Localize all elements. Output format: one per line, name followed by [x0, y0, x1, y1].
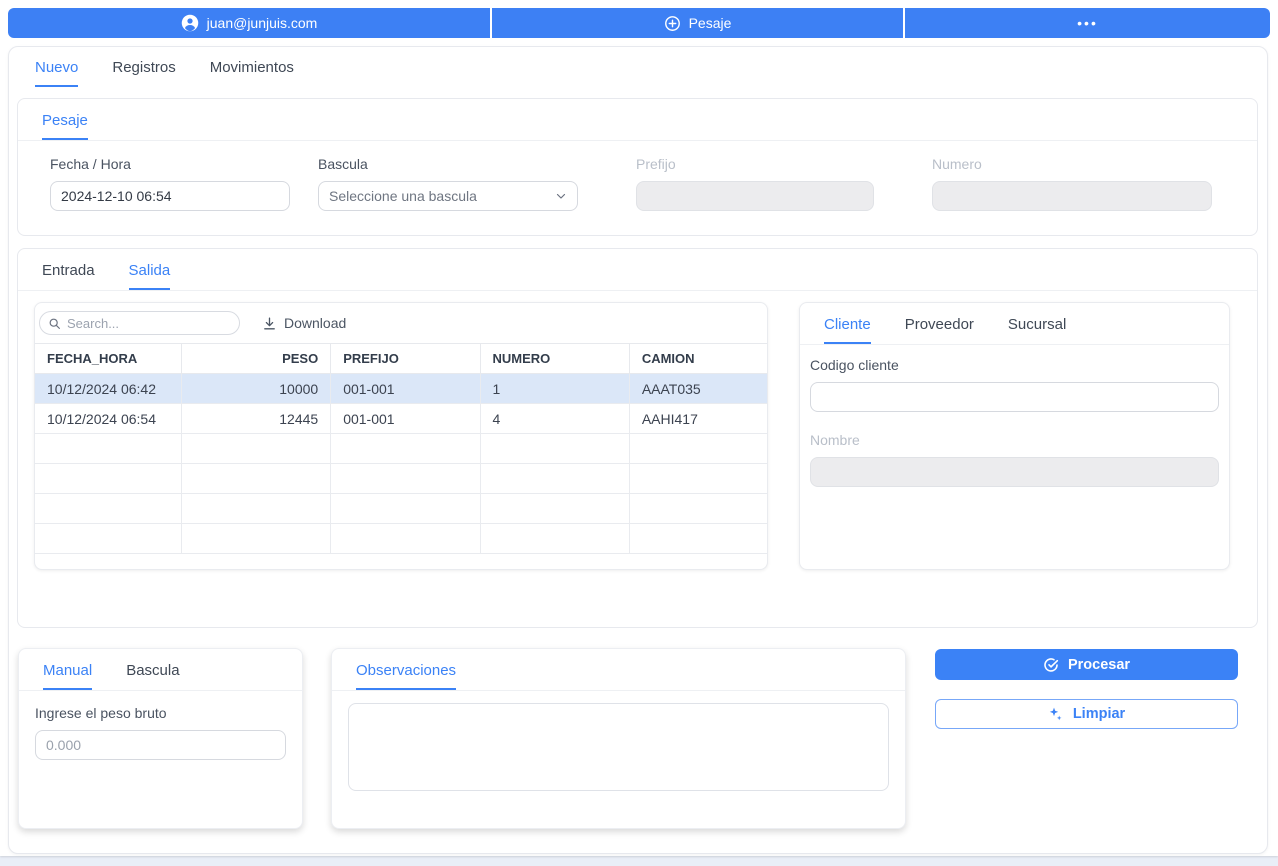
nombre-input [810, 457, 1219, 487]
table-row-empty [35, 524, 767, 554]
tab-nuevo[interactable]: Nuevo [35, 59, 78, 87]
tab-movimientos[interactable]: Movimientos [210, 59, 294, 87]
tab-pesaje[interactable]: Pesaje [42, 112, 88, 140]
download-button[interactable]: Download [262, 315, 346, 331]
cell-prefijo: 001-001 [331, 404, 480, 434]
fecha-hora-label: Fecha / Hora [50, 156, 290, 172]
nombre-label: Nombre [810, 432, 1219, 448]
new-weighing-label: Pesaje [689, 15, 732, 31]
procesar-button[interactable]: Procesar [935, 649, 1238, 680]
cell-numero: 4 [480, 404, 629, 434]
chevron-down-icon [555, 190, 567, 202]
cell-fecha-hora: 10/12/2024 06:42 [35, 374, 181, 404]
table-toolbar: Download [35, 303, 767, 343]
sparkles-icon [1048, 706, 1064, 722]
table-row[interactable]: 10/12/2024 06:42 10000 001-001 1 AAAT035 [35, 374, 767, 404]
prefijo-label: Prefijo [636, 156, 874, 172]
cell-prefijo: 001-001 [331, 374, 480, 404]
table-row-empty [35, 464, 767, 494]
pesaje-form: Fecha / Hora Bascula Seleccione una basc… [18, 141, 1257, 211]
tab-cliente[interactable]: Cliente [824, 316, 871, 344]
tab-manual[interactable]: Manual [43, 662, 92, 690]
main-tabs: Nuevo Registros Movimientos [35, 59, 294, 87]
plus-circle-icon [664, 15, 681, 32]
search-box[interactable] [39, 311, 240, 335]
codigo-cliente-input[interactable] [810, 382, 1219, 412]
col-prefijo[interactable]: PREFIJO [331, 344, 480, 374]
download-label: Download [284, 315, 346, 331]
peso-bruto-input[interactable] [35, 730, 286, 760]
records-table: FECHA_HORA PESO PREFIJO NUMERO CAMION 10… [35, 343, 767, 554]
pesaje-section: Pesaje Fecha / Hora Bascula Seleccione u… [17, 98, 1258, 236]
records-table-card: Download FECHA_HORA PESO PREFIJO NUMERO … [34, 302, 768, 570]
actions-column: Procesar Limpiar [935, 649, 1238, 729]
tab-observaciones[interactable]: Observaciones [356, 662, 456, 690]
tab-proveedor[interactable]: Proveedor [905, 316, 974, 344]
limpiar-button[interactable]: Limpiar [935, 699, 1238, 729]
procesar-label: Procesar [1068, 657, 1130, 673]
user-icon [181, 14, 199, 32]
search-input[interactable] [67, 316, 231, 331]
weight-entry-tabs: Manual Bascula [19, 649, 302, 691]
table-row-empty [35, 434, 767, 464]
tab-entrada[interactable]: Entrada [42, 262, 95, 290]
bascula-label: Bascula [318, 156, 578, 172]
movement-section: Entrada Salida Download [17, 248, 1258, 628]
col-fecha-hora[interactable]: FECHA_HORA [35, 344, 181, 374]
weight-entry-card: Manual Bascula Ingrese el peso bruto [18, 648, 303, 829]
search-icon [48, 317, 61, 330]
party-tabs: Cliente Proveedor Sucursal [800, 303, 1229, 345]
cell-numero: 1 [480, 374, 629, 404]
cell-peso: 10000 [181, 374, 330, 404]
table-row-empty [35, 494, 767, 524]
limpiar-label: Limpiar [1073, 706, 1125, 722]
cell-camion: AAHI417 [629, 404, 767, 434]
codigo-cliente-label: Codigo cliente [810, 357, 1219, 373]
tab-registros[interactable]: Registros [112, 59, 175, 87]
prefijo-input [636, 181, 874, 211]
peso-bruto-label: Ingrese el peso bruto [35, 705, 286, 721]
cell-fecha-hora: 10/12/2024 06:54 [35, 404, 181, 434]
more-options-button[interactable]: ••• [905, 8, 1270, 38]
numero-input [932, 181, 1212, 211]
col-peso[interactable]: PESO [181, 344, 330, 374]
observaciones-card: Observaciones [331, 648, 906, 829]
main-panel: Nuevo Registros Movimientos Pesaje Fecha… [8, 46, 1268, 854]
table-row[interactable]: 10/12/2024 06:54 12445 001-001 4 AAHI417 [35, 404, 767, 434]
observaciones-textarea[interactable] [348, 703, 889, 791]
party-card: Cliente Proveedor Sucursal Codigo client… [799, 302, 1230, 570]
top-toolbar: juan@junjuis.com Pesaje ••• [8, 8, 1270, 38]
numero-label: Numero [932, 156, 1212, 172]
download-arrow-icon [262, 316, 277, 331]
account-button[interactable]: juan@junjuis.com [8, 8, 490, 38]
account-label: juan@junjuis.com [207, 15, 318, 31]
bascula-selected-value: Seleccione una bascula [329, 188, 477, 204]
new-weighing-button[interactable]: Pesaje [492, 8, 903, 38]
tab-salida[interactable]: Salida [129, 262, 171, 290]
table-header-row: FECHA_HORA PESO PREFIJO NUMERO CAMION [35, 344, 767, 374]
ellipsis-icon: ••• [1077, 15, 1098, 31]
cell-peso: 12445 [181, 404, 330, 434]
bascula-select[interactable]: Seleccione una bascula [318, 181, 578, 211]
tab-sucursal[interactable]: Sucursal [1008, 316, 1066, 344]
fecha-hora-input[interactable] [50, 181, 290, 211]
pesaje-tabs-head: Pesaje [18, 99, 1257, 141]
col-camion[interactable]: CAMION [629, 344, 767, 374]
check-circle-icon [1043, 657, 1059, 673]
movement-tabs: Entrada Salida [18, 249, 1257, 291]
cell-camion: AAAT035 [629, 374, 767, 404]
col-numero[interactable]: NUMERO [480, 344, 629, 374]
tab-bascula[interactable]: Bascula [126, 662, 179, 690]
observaciones-tabs: Observaciones [332, 649, 905, 691]
